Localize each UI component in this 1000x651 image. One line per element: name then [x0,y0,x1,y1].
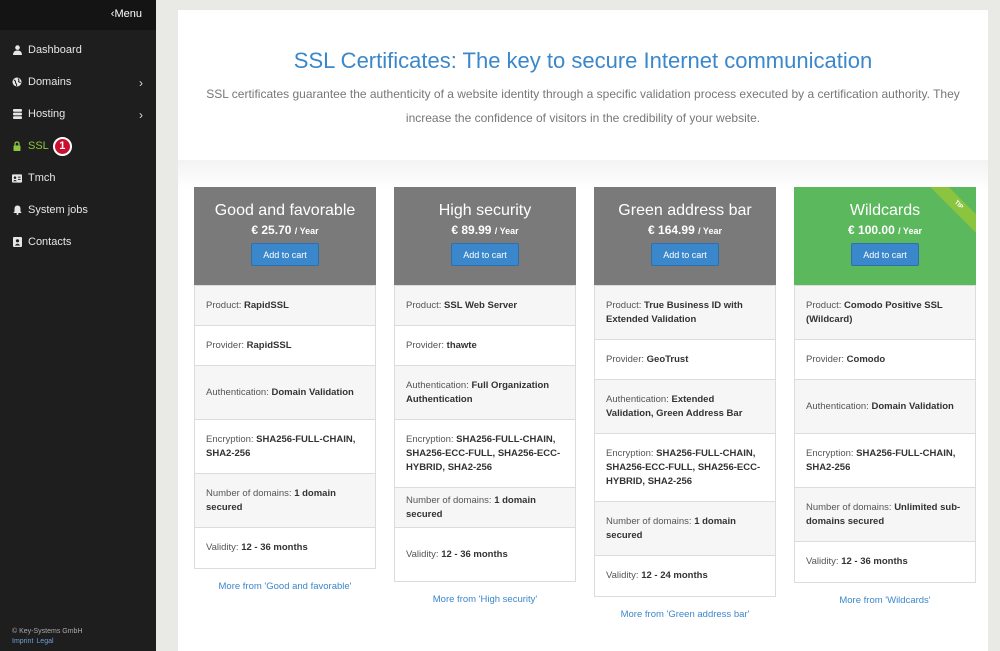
price-period: / Year [698,226,722,236]
detail-validity: Validity: 12 - 36 months [795,541,975,582]
menu-label: Menu [114,8,142,20]
sidebar-item-label: Domains [28,76,72,88]
detail-provider: Provider: thawte [395,325,575,365]
step-badge: 1 [52,136,72,156]
section-band [178,160,988,190]
sidebar-nav: Dashboard Domains › Hosting › SSL 1 Tmch… [0,34,156,258]
detail-encryption: Encryption: SHA256-FULL-CHAIN, SHA2-256 [195,419,375,473]
product-card-wildcards: TIP Wildcards € 100.00 / Year Add to car… [794,187,976,606]
detail-provider: Provider: Comodo [795,339,975,379]
card-header: Good and favorable € 25.70 / Year Add to… [194,187,376,285]
detail-validity: Validity: 12 - 36 months [195,527,375,568]
detail-authentication: Authentication: Extended Validation, Gre… [595,379,775,433]
page-description: SSL certificates guarantee the authentic… [206,87,960,125]
chevron-right-icon: › [139,108,143,122]
more-link[interactable]: More from 'Good and favorable' [194,581,376,592]
card-header: TIP Wildcards € 100.00 / Year Add to car… [794,187,976,285]
sidebar: ‹Menu Dashboard Domains › Hosting › SSL … [0,0,156,651]
sidebar-item-contacts[interactable]: Contacts [0,226,156,258]
address-book-icon [12,237,22,247]
price-period: / Year [294,226,319,236]
card-title: Good and favorable [214,202,356,219]
add-to-cart-button[interactable]: Add to cart [251,243,319,266]
card-price: € 89.99 / Year [394,223,576,237]
more-link[interactable]: More from 'Green address bar' [594,609,776,620]
sidebar-item-system-jobs[interactable]: System jobs [0,194,156,226]
price-value: € 89.99 [451,223,492,237]
sidebar-item-tmch[interactable]: Tmch [0,162,156,194]
detail-encryption: Encryption: SHA256-FULL-CHAIN, SHA256-EC… [395,419,575,487]
add-to-cart-button[interactable]: Add to cart [651,243,719,266]
detail-authentication: Authentication: Domain Validation [795,379,975,433]
card-title: High security [438,202,532,219]
menu-toggle[interactable]: ‹Menu [0,0,156,30]
page-title: SSL Certificates: The key to secure Inte… [293,48,873,73]
price-value: € 164.99 [648,223,695,237]
sidebar-item-label: Contacts [28,236,72,248]
legal-link[interactable]: Legal [36,638,53,645]
more-link[interactable]: More from 'Wildcards' [794,595,976,606]
detail-encryption: Encryption: SHA256-FULL-CHAIN, SHA2-256 [795,433,975,487]
card-price: € 164.99 / Year [594,223,776,237]
bell-icon [12,205,22,215]
detail-authentication: Authentication: Domain Validation [195,365,375,419]
lock-icon [12,141,22,151]
sidebar-footer: © Key-Systems GmbH Imprint Legal [12,627,83,647]
sidebar-item-label: SSL [28,140,49,152]
chevron-right-icon: › [139,76,143,90]
detail-domains: Number of domains: 1 domain secured [395,487,575,527]
detail-provider: Provider: RapidSSL [195,325,375,365]
sidebar-item-dashboard[interactable]: Dashboard [0,34,156,66]
sidebar-item-ssl[interactable]: SSL 1 [0,130,156,162]
card-details: Product: True Business ID with Extended … [594,285,776,597]
sidebar-item-label: System jobs [28,204,88,216]
add-to-cart-button[interactable]: Add to cart [851,243,919,266]
card-details: Product: Comodo Positive SSL (Wildcard) … [794,285,976,583]
sidebar-item-label: Dashboard [28,44,82,56]
price-value: € 100.00 [848,223,895,237]
sidebar-item-label: Hosting [28,108,66,120]
sidebar-item-hosting[interactable]: Hosting › [0,98,156,130]
card-header: High security € 89.99 / Year Add to cart [394,187,576,285]
product-card-high-security: High security € 89.99 / Year Add to cart… [394,187,576,605]
detail-product: Product: SSL Web Server [395,285,575,325]
price-value: € 25.70 [251,223,292,237]
add-to-cart-button[interactable]: Add to cart [451,243,519,266]
main-panel: SSL Certificates: The key to secure Inte… [178,10,988,651]
more-link[interactable]: More from 'High security' [394,594,576,605]
card-title: Green address bar [618,202,752,219]
imprint-link[interactable]: Imprint [12,638,33,645]
copyright: © Key-Systems GmbH [12,628,83,635]
id-card-icon [12,173,22,183]
detail-product: Product: True Business ID with Extended … [595,285,775,339]
detail-validity: Validity: 12 - 36 months [395,527,575,581]
card-header: Green address bar € 164.99 / Year Add to… [594,187,776,285]
price-period: / Year [494,226,519,236]
card-details: Product: RapidSSL Provider: RapidSSL Aut… [194,285,376,569]
user-icon [12,45,22,55]
detail-domains: Number of domains: 1 domain secured [595,501,775,555]
product-card-good-and-favorable: Good and favorable € 25.70 / Year Add to… [194,187,376,592]
product-card-green-address-bar: Green address bar € 164.99 / Year Add to… [594,187,776,620]
globe-icon [12,77,22,87]
card-price: € 25.70 / Year [194,223,376,237]
card-details: Product: SSL Web Server Provider: thawte… [394,285,576,582]
sidebar-item-label: Tmch [28,172,56,184]
price-period: / Year [898,226,922,236]
detail-provider: Provider: GeoTrust [595,339,775,379]
database-icon [12,109,22,119]
detail-authentication: Authentication: Full Organization Authen… [395,365,575,419]
detail-encryption: Encryption: SHA256-FULL-CHAIN, SHA256-EC… [595,433,775,501]
card-price: € 100.00 / Year [794,223,976,237]
sidebar-item-domains[interactable]: Domains › [0,66,156,98]
detail-product: Product: Comodo Positive SSL (Wildcard) [795,285,975,339]
detail-domains: Number of domains: Unlimited sub-domains… [795,487,975,541]
detail-domains: Number of domains: 1 domain secured [195,473,375,527]
detail-product: Product: RapidSSL [195,285,375,325]
detail-validity: Validity: 12 - 24 months [595,555,775,596]
